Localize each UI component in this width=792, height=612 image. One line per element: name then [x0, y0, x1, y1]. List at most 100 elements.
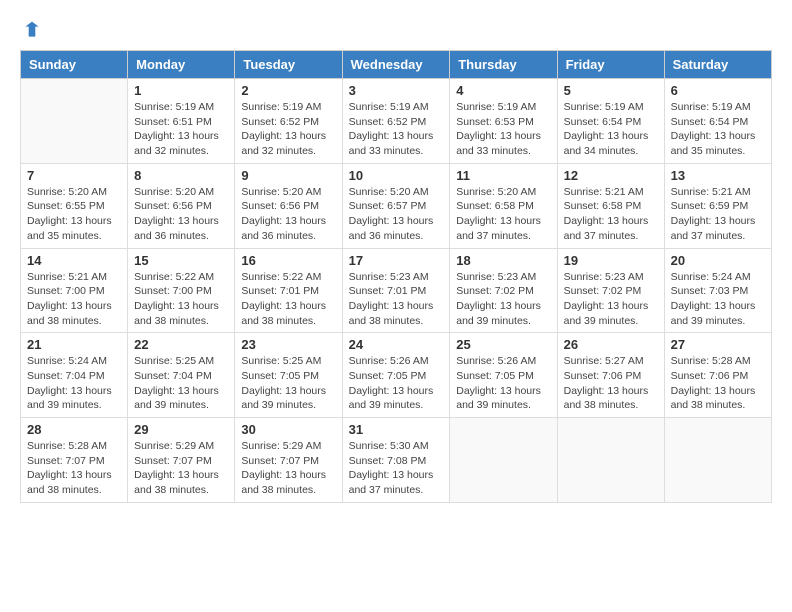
calendar-cell: 19 Sunrise: 5:23 AM Sunset: 7:02 PM Dayli…	[557, 248, 664, 333]
day-info: Sunrise: 5:20 AM Sunset: 6:55 PM Dayligh…	[27, 185, 121, 244]
day-number: 21	[27, 337, 121, 352]
calendar-cell: 31Sunrise: 5:30 AM Sunset: 7:08 PM Dayli…	[342, 418, 450, 503]
day-number: 10	[349, 168, 444, 183]
calendar-cell: 8 Sunrise: 5:20 AM Sunset: 6:56 PM Daylig…	[128, 163, 235, 248]
day-number: 13	[671, 168, 765, 183]
day-info: Sunrise: 5:20 AM Sunset: 6:56 PM Dayligh…	[134, 185, 228, 244]
day-number: 15	[134, 253, 228, 268]
day-info: Sunrise: 5:23 AM Sunset: 7:02 PM Dayligh…	[564, 270, 658, 329]
calendar-cell: 12 Sunrise: 5:21 AM Sunset: 6:58 PM Dayli…	[557, 163, 664, 248]
calendar-cell	[557, 418, 664, 503]
day-number: 19	[564, 253, 658, 268]
logo-icon	[22, 20, 42, 40]
day-info: Sunrise: 5:21 AM Sunset: 6:59 PM Dayligh…	[671, 185, 765, 244]
logo	[20, 20, 42, 40]
calendar-cell: 23Sunrise: 5:25 AM Sunset: 7:05 PM Dayli…	[235, 333, 342, 418]
day-number: 17	[349, 253, 444, 268]
day-info: Sunrise: 5:22 AM Sunset: 7:00 PM Dayligh…	[134, 270, 228, 329]
day-info: Sunrise: 5:29 AM Sunset: 7:07 PM Dayligh…	[241, 439, 335, 498]
day-info: Sunrise: 5:28 AM Sunset: 7:06 PM Dayligh…	[671, 354, 765, 413]
calendar-cell: 13 Sunrise: 5:21 AM Sunset: 6:59 PM Dayli…	[664, 163, 771, 248]
day-number: 14	[27, 253, 121, 268]
calendar-cell: 20Sunrise: 5:24 AM Sunset: 7:03 PM Dayli…	[664, 248, 771, 333]
day-number: 6	[671, 83, 765, 98]
calendar-cell: 10 Sunrise: 5:20 AM Sunset: 6:57 PM Dayli…	[342, 163, 450, 248]
calendar-cell: 3 Sunrise: 5:19 AM Sunset: 6:52 PM Daylig…	[342, 79, 450, 164]
day-info: Sunrise: 5:21 AM Sunset: 6:58 PM Dayligh…	[564, 185, 658, 244]
day-number: 11	[456, 168, 550, 183]
calendar-cell: 22 Sunrise: 5:25 AM Sunset: 7:04 PM Dayli…	[128, 333, 235, 418]
calendar-week-3: 14 Sunrise: 5:21 AM Sunset: 7:00 PM Dayli…	[21, 248, 772, 333]
day-info: Sunrise: 5:26 AM Sunset: 7:05 PM Dayligh…	[456, 354, 550, 413]
day-info: Sunrise: 5:29 AM Sunset: 7:07 PM Dayligh…	[134, 439, 228, 498]
day-info: Sunrise: 5:23 AM Sunset: 7:01 PM Dayligh…	[349, 270, 444, 329]
day-header-friday: Friday	[557, 51, 664, 79]
calendar-week-1: 1 Sunrise: 5:19 AM Sunset: 6:51 PM Daylig…	[21, 79, 772, 164]
calendar-cell: 17 Sunrise: 5:23 AM Sunset: 7:01 PM Dayli…	[342, 248, 450, 333]
calendar-week-2: 7 Sunrise: 5:20 AM Sunset: 6:55 PM Daylig…	[21, 163, 772, 248]
day-info: Sunrise: 5:22 AM Sunset: 7:01 PM Dayligh…	[241, 270, 335, 329]
calendar-cell	[664, 418, 771, 503]
day-number: 2	[241, 83, 335, 98]
calendar-cell: 30 Sunrise: 5:29 AM Sunset: 7:07 PM Dayli…	[235, 418, 342, 503]
day-number: 22	[134, 337, 228, 352]
calendar-cell: 15 Sunrise: 5:22 AM Sunset: 7:00 PM Dayli…	[128, 248, 235, 333]
day-number: 25	[456, 337, 550, 352]
day-info: Sunrise: 5:26 AM Sunset: 7:05 PM Dayligh…	[349, 354, 444, 413]
day-info: Sunrise: 5:20 AM Sunset: 6:58 PM Dayligh…	[456, 185, 550, 244]
day-number: 7	[27, 168, 121, 183]
day-number: 3	[349, 83, 444, 98]
calendar-cell: 27 Sunrise: 5:28 AM Sunset: 7:06 PM Dayli…	[664, 333, 771, 418]
calendar-cell: 11 Sunrise: 5:20 AM Sunset: 6:58 PM Dayli…	[450, 163, 557, 248]
day-info: Sunrise: 5:19 AM Sunset: 6:54 PM Dayligh…	[671, 100, 765, 159]
day-info: Sunrise: 5:21 AM Sunset: 7:00 PM Dayligh…	[27, 270, 121, 329]
calendar-cell: 26Sunrise: 5:27 AM Sunset: 7:06 PM Dayli…	[557, 333, 664, 418]
calendar-cell: 5Sunrise: 5:19 AM Sunset: 6:54 PM Daylig…	[557, 79, 664, 164]
day-header-monday: Monday	[128, 51, 235, 79]
day-header-sunday: Sunday	[21, 51, 128, 79]
day-number: 24	[349, 337, 444, 352]
calendar-week-4: 21 Sunrise: 5:24 AM Sunset: 7:04 PM Dayli…	[21, 333, 772, 418]
day-info: Sunrise: 5:20 AM Sunset: 6:57 PM Dayligh…	[349, 185, 444, 244]
day-number: 8	[134, 168, 228, 183]
calendar-cell: 14 Sunrise: 5:21 AM Sunset: 7:00 PM Dayli…	[21, 248, 128, 333]
calendar-cell: 16Sunrise: 5:22 AM Sunset: 7:01 PM Dayli…	[235, 248, 342, 333]
day-info: Sunrise: 5:28 AM Sunset: 7:07 PM Dayligh…	[27, 439, 121, 498]
day-info: Sunrise: 5:27 AM Sunset: 7:06 PM Dayligh…	[564, 354, 658, 413]
day-info: Sunrise: 5:24 AM Sunset: 7:03 PM Dayligh…	[671, 270, 765, 329]
day-number: 31	[349, 422, 444, 437]
day-info: Sunrise: 5:19 AM Sunset: 6:52 PM Dayligh…	[241, 100, 335, 159]
day-number: 1	[134, 83, 228, 98]
day-number: 9	[241, 168, 335, 183]
day-info: Sunrise: 5:19 AM Sunset: 6:51 PM Dayligh…	[134, 100, 228, 159]
day-info: Sunrise: 5:19 AM Sunset: 6:52 PM Dayligh…	[349, 100, 444, 159]
day-info: Sunrise: 5:25 AM Sunset: 7:05 PM Dayligh…	[241, 354, 335, 413]
day-number: 12	[564, 168, 658, 183]
calendar-cell: 28 Sunrise: 5:28 AM Sunset: 7:07 PM Dayli…	[21, 418, 128, 503]
calendar-week-5: 28 Sunrise: 5:28 AM Sunset: 7:07 PM Dayli…	[21, 418, 772, 503]
calendar-cell: 9Sunrise: 5:20 AM Sunset: 6:56 PM Daylig…	[235, 163, 342, 248]
calendar-cell: 4 Sunrise: 5:19 AM Sunset: 6:53 PM Daylig…	[450, 79, 557, 164]
day-info: Sunrise: 5:25 AM Sunset: 7:04 PM Dayligh…	[134, 354, 228, 413]
day-info: Sunrise: 5:19 AM Sunset: 6:53 PM Dayligh…	[456, 100, 550, 159]
day-info: Sunrise: 5:24 AM Sunset: 7:04 PM Dayligh…	[27, 354, 121, 413]
day-number: 30	[241, 422, 335, 437]
day-header-thursday: Thursday	[450, 51, 557, 79]
calendar-cell: 6 Sunrise: 5:19 AM Sunset: 6:54 PM Daylig…	[664, 79, 771, 164]
calendar-cell	[450, 418, 557, 503]
calendar-cell	[21, 79, 128, 164]
day-number: 29	[134, 422, 228, 437]
calendar-cell: 21 Sunrise: 5:24 AM Sunset: 7:04 PM Dayli…	[21, 333, 128, 418]
day-number: 5	[564, 83, 658, 98]
day-header-wednesday: Wednesday	[342, 51, 450, 79]
day-info: Sunrise: 5:23 AM Sunset: 7:02 PM Dayligh…	[456, 270, 550, 329]
calendar-cell: 25 Sunrise: 5:26 AM Sunset: 7:05 PM Dayli…	[450, 333, 557, 418]
day-header-tuesday: Tuesday	[235, 51, 342, 79]
day-number: 27	[671, 337, 765, 352]
calendar-table: SundayMondayTuesdayWednesdayThursdayFrid…	[20, 50, 772, 503]
day-number: 4	[456, 83, 550, 98]
calendar-cell: 1 Sunrise: 5:19 AM Sunset: 6:51 PM Daylig…	[128, 79, 235, 164]
calendar-cell: 29 Sunrise: 5:29 AM Sunset: 7:07 PM Dayli…	[128, 418, 235, 503]
day-number: 28	[27, 422, 121, 437]
day-number: 18	[456, 253, 550, 268]
